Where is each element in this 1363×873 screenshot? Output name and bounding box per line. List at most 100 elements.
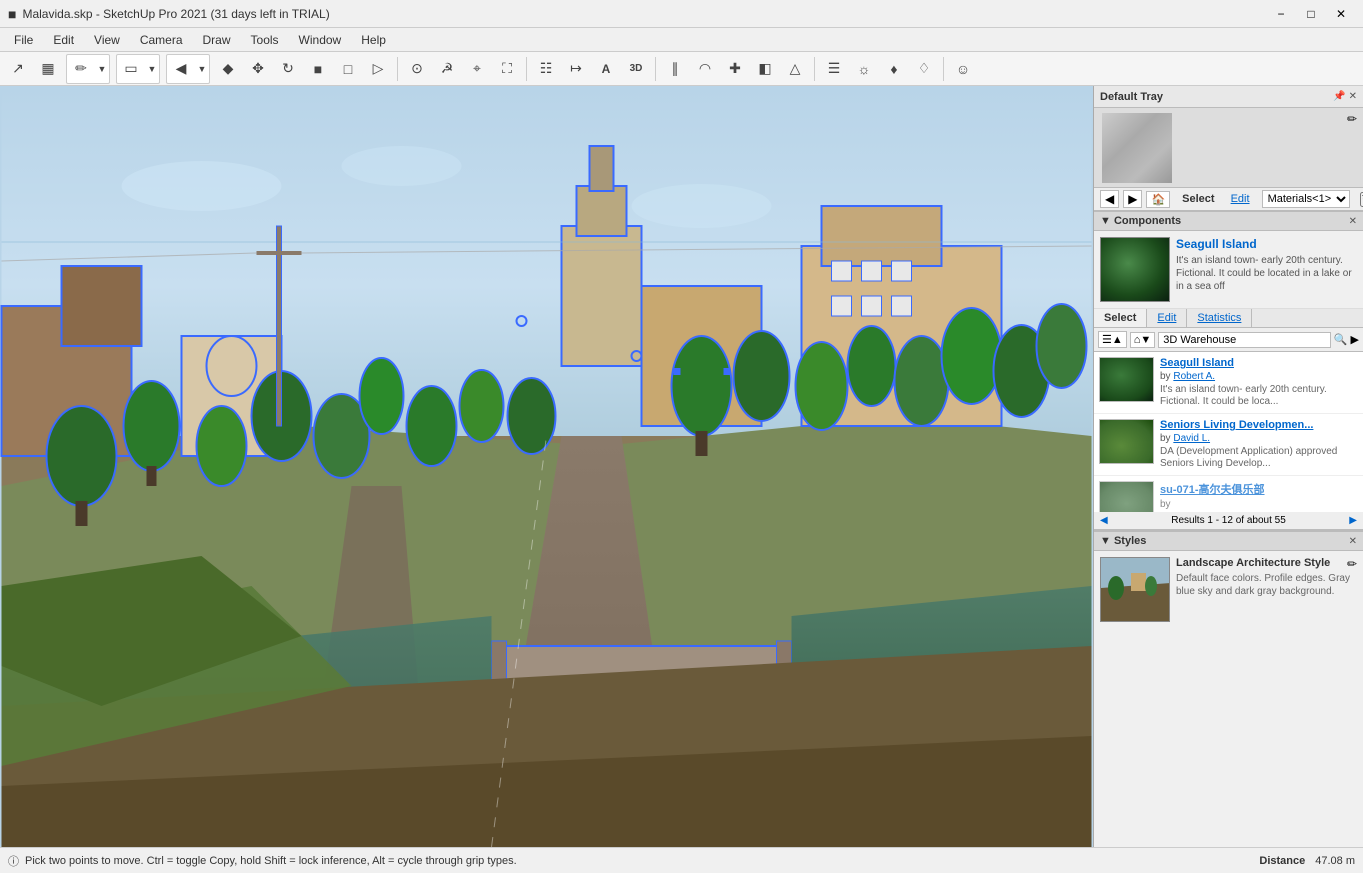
components-section-close[interactable]: ✕ — [1349, 216, 1357, 227]
shape-button[interactable]: ▭ — [117, 55, 145, 83]
component-list-thumbnail-1 — [1099, 357, 1154, 402]
fog-button[interactable]: ♦ — [880, 55, 908, 83]
orbit-tool-button[interactable]: ⊙ — [403, 55, 431, 83]
zoom-tool-button[interactable]: ⌖ — [463, 55, 491, 83]
pan-tool-button[interactable]: ☭ — [433, 55, 461, 83]
minimize-button[interactable]: − — [1267, 4, 1295, 24]
component-author-link-2[interactable]: David L. — [1173, 433, 1210, 444]
shape-group: ▭ ▼ — [116, 54, 160, 84]
menu-item-draw[interactable]: Draw — [193, 31, 241, 49]
menu-bar: FileEditViewCameraDrawToolsWindowHelp — [0, 28, 1363, 52]
tape-measure-button[interactable]: ∥ — [661, 55, 689, 83]
text-tool-button[interactable]: A — [592, 55, 620, 83]
maximize-button[interactable]: □ — [1297, 4, 1325, 24]
walk-tool-button[interactable]: △ — [781, 55, 809, 83]
eraser-tool-button[interactable]: ▦ — [34, 55, 62, 83]
status-info-icon: ⓘ — [8, 853, 19, 869]
component-preview-area: Seagull Island It's an island town- earl… — [1094, 231, 1363, 309]
components-section-title: ▼ Components — [1100, 215, 1181, 227]
material-forward-button[interactable]: ▶ — [1123, 190, 1142, 208]
axes-button[interactable]: ✚ — [721, 55, 749, 83]
paint-bucket-button[interactable]: ◆ — [214, 55, 242, 83]
follow-me-button[interactable]: ▷ — [364, 55, 392, 83]
components-button[interactable]: ☷ — [532, 55, 560, 83]
component-edit-tab[interactable]: Edit — [1147, 309, 1187, 327]
dimensions-button[interactable]: ↦ — [562, 55, 590, 83]
material-preview-area: ✏ — [1094, 108, 1363, 188]
shadows-button[interactable]: ☼ — [850, 55, 878, 83]
styles-section-header[interactable]: ▼ Styles ✕ — [1094, 531, 1363, 551]
component-list[interactable]: Seagull Island by Robert A. It's an isla… — [1094, 352, 1363, 512]
component-next-page[interactable]: ▶ — [1349, 515, 1357, 526]
protractor-button[interactable]: ◠ — [691, 55, 719, 83]
menu-item-view[interactable]: View — [84, 31, 130, 49]
window-controls: − □ ✕ — [1267, 4, 1355, 24]
component-list-name-2[interactable]: Seniors Living Developmen... — [1160, 419, 1358, 431]
profile-button[interactable]: ☺ — [949, 55, 977, 83]
pencil-dropdown[interactable]: ▼ — [95, 55, 109, 83]
material-tabs: ◀ ▶ 🏠 Select Edit Materials<1> ↻ — [1094, 188, 1363, 211]
component-statistics-tab[interactable]: Statistics — [1187, 309, 1252, 327]
section-plane-button[interactable]: ◧ — [751, 55, 779, 83]
component-thumbnail-inner — [1101, 238, 1169, 301]
pencil-button[interactable]: ✏ — [67, 55, 95, 83]
shape-dropdown[interactable]: ▼ — [145, 55, 159, 83]
material-back-button[interactable]: ◀ — [1100, 190, 1119, 208]
pagination-text: Results 1 - 12 of about 55 — [1171, 515, 1286, 526]
menu-item-camera[interactable]: Camera — [130, 31, 193, 49]
materials-edit-tab[interactable]: Edit — [1227, 191, 1254, 207]
component-list-name-1[interactable]: Seagull Island — [1160, 357, 1358, 369]
viewport[interactable] — [0, 86, 1093, 847]
component-list-item[interactable]: su-071-高尔夫俱乐部 by — [1094, 476, 1363, 512]
styles-panel: Landscape Architecture Style Default fac… — [1094, 551, 1363, 628]
component-home-button[interactable]: ⌂▼ — [1130, 332, 1156, 348]
component-list-item[interactable]: Seniors Living Developmen... by David L.… — [1094, 414, 1363, 476]
component-search-input[interactable] — [1158, 332, 1331, 348]
push-pull-button[interactable]: ◀ — [167, 55, 195, 83]
components-section-header[interactable]: ▼ Components ✕ — [1094, 211, 1363, 231]
select-tool-button[interactable]: ↗ — [4, 55, 32, 83]
toolbar-separator-4 — [814, 57, 815, 81]
component-list-item[interactable]: Seagull Island by Robert A. It's an isla… — [1094, 352, 1363, 414]
component-view-button[interactable]: ☰▲ — [1098, 331, 1127, 348]
style-name: Landscape Architecture Style — [1176, 557, 1357, 569]
status-text: Pick two points to move. Ctrl = toggle C… — [25, 855, 517, 867]
materials-dropdown[interactable]: Materials<1> — [1262, 190, 1350, 208]
menu-item-window[interactable]: Window — [289, 31, 352, 49]
component-list-author-1: by Robert A. — [1160, 371, 1358, 382]
component-list-author-3: by — [1160, 499, 1358, 510]
component-list-info-3: su-071-高尔夫俱乐部 by — [1160, 481, 1358, 512]
tray-pin-button[interactable]: 📌 — [1333, 91, 1345, 102]
push-pull-2-button[interactable]: □ — [334, 55, 362, 83]
menu-item-edit[interactable]: Edit — [43, 31, 84, 49]
component-search-icon[interactable]: 🔍 — [1334, 333, 1348, 346]
close-button[interactable]: ✕ — [1327, 4, 1355, 24]
menu-item-file[interactable]: File — [4, 31, 43, 49]
component-search-nav[interactable]: ▶ — [1351, 333, 1359, 346]
toolbar-separator-3 — [655, 57, 656, 81]
push-pull-dropdown[interactable]: ▼ — [195, 55, 209, 83]
component-list-author-2: by David L. — [1160, 433, 1358, 444]
component-list-name-3[interactable]: su-071-高尔夫俱乐部 — [1160, 481, 1358, 497]
component-author-link-1[interactable]: Robert A. — [1173, 371, 1215, 382]
scale-tool-button[interactable]: ■ — [304, 55, 332, 83]
toolbar: ↗ ▦ ✏ ▼ ▭ ▼ ◀ ▼ ◆ ✥ ↻ ■ □ ▷ ⊙ ☭ ⌖ ⛶ ☷ ↦ … — [0, 52, 1363, 86]
material-home-button[interactable]: 🏠 — [1146, 191, 1170, 208]
menu-item-help[interactable]: Help — [351, 31, 396, 49]
zoom-extents-button[interactable]: ⛶ — [493, 55, 521, 83]
material-refresh-button[interactable]: ↻ — [1360, 192, 1363, 207]
style-options-icon[interactable]: ✏ — [1347, 557, 1357, 571]
component-prev-page[interactable]: ◀ — [1100, 515, 1108, 526]
styles-section-close[interactable]: ✕ — [1349, 536, 1357, 547]
material-edit-icon[interactable]: ✏ — [1347, 112, 1357, 126]
tray-close-button[interactable]: ✕ — [1349, 91, 1357, 102]
pencil-group: ✏ ▼ — [66, 54, 110, 84]
match-photo-button[interactable]: ♢ — [910, 55, 938, 83]
move-tool-button[interactable]: ✥ — [244, 55, 272, 83]
materials-select-tab[interactable]: Select — [1178, 191, 1218, 207]
model-info-button[interactable]: ☰ — [820, 55, 848, 83]
component-select-tab[interactable]: Select — [1094, 309, 1147, 327]
3d-text-button[interactable]: 3D — [622, 55, 650, 83]
menu-item-tools[interactable]: Tools — [241, 31, 289, 49]
rotate-tool-button[interactable]: ↻ — [274, 55, 302, 83]
